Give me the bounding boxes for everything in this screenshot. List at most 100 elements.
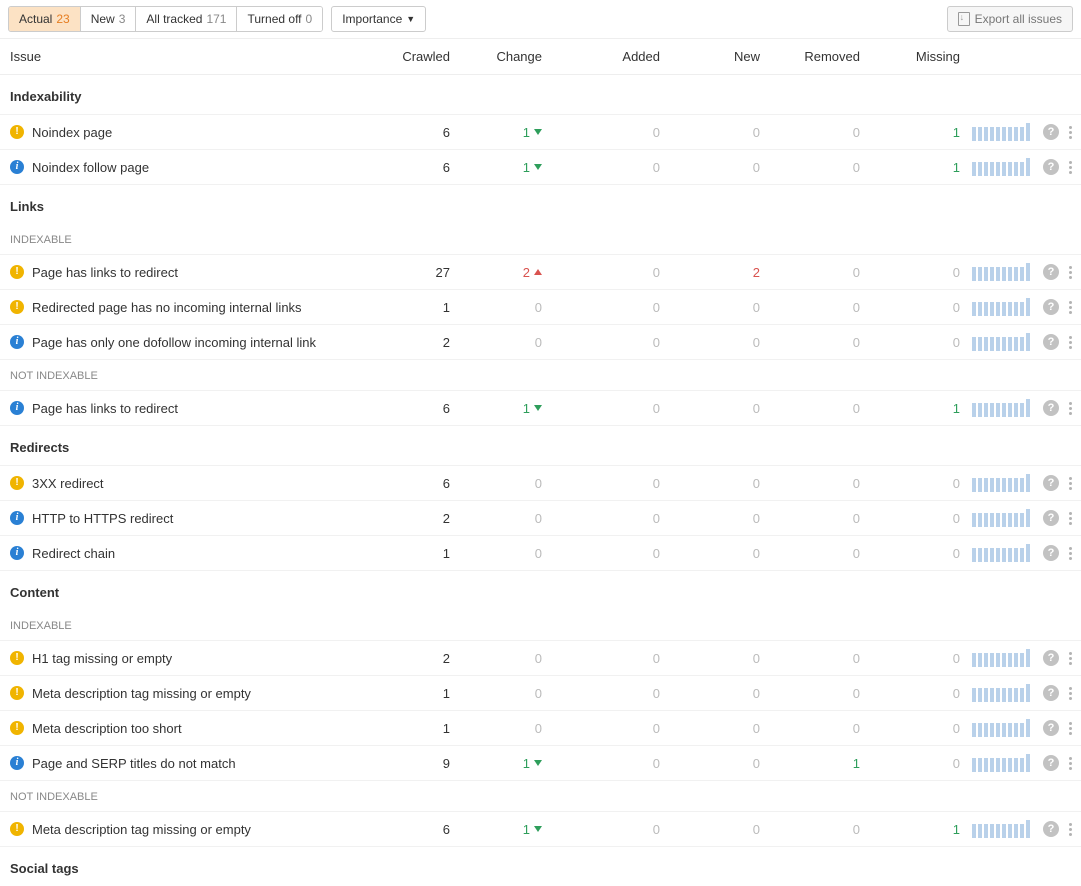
more-options-icon[interactable] — [1067, 124, 1074, 141]
help-icon[interactable]: ? — [1043, 821, 1059, 837]
table-header: Issue Crawled Change Added New Removed M… — [0, 38, 1081, 75]
more-options-icon[interactable] — [1067, 545, 1074, 562]
caret-down-icon: ▼ — [406, 14, 415, 24]
help-icon[interactable]: ? — [1043, 510, 1059, 526]
issue-name: Meta description tag missing or empty — [32, 686, 251, 701]
issue-name: Noindex follow page — [32, 160, 149, 175]
help-icon[interactable]: ? — [1043, 475, 1059, 491]
tab-label: New — [91, 12, 115, 26]
help-icon[interactable]: ? — [1043, 400, 1059, 416]
tab-turned-off[interactable]: Turned off0 — [237, 7, 322, 31]
info-icon: i — [10, 511, 24, 525]
issue-name: Noindex page — [32, 125, 112, 140]
sparkline-chart — [972, 719, 1030, 737]
more-options-icon[interactable] — [1067, 821, 1074, 838]
more-options-icon[interactable] — [1067, 299, 1074, 316]
help-icon[interactable]: ? — [1043, 685, 1059, 701]
issue-row[interactable]: iRedirect chain100000? — [0, 536, 1081, 571]
issue-name: Meta description too short — [32, 721, 182, 736]
issue-name: HTTP to HTTPS redirect — [32, 511, 173, 526]
issue-name: 3XX redirect — [32, 476, 104, 491]
issue-name: Redirect chain — [32, 546, 115, 561]
help-icon[interactable]: ? — [1043, 650, 1059, 666]
issue-name: Page has links to redirect — [32, 265, 178, 280]
section-title: Social tags — [0, 847, 1081, 886]
export-all-issues-button[interactable]: Export all issues — [947, 6, 1073, 32]
issue-name: Page has only one dofollow incoming inte… — [32, 335, 316, 350]
arrow-down-icon — [534, 129, 542, 135]
more-options-icon[interactable] — [1067, 650, 1074, 667]
issue-row[interactable]: iPage has only one dofollow incoming int… — [0, 325, 1081, 360]
issue-row[interactable]: iNoindex follow page610001? — [0, 150, 1081, 185]
group-label: NOT INDEXABLE — [0, 360, 1081, 390]
more-options-icon[interactable] — [1067, 720, 1074, 737]
section-title: Links — [0, 185, 1081, 224]
col-change: Change — [450, 49, 560, 64]
sparkline-chart — [972, 399, 1030, 417]
more-options-icon[interactable] — [1067, 475, 1074, 492]
sparkline-chart — [972, 333, 1030, 351]
issue-row[interactable]: iPage and SERP titles do not match910010… — [0, 746, 1081, 781]
more-options-icon[interactable] — [1067, 510, 1074, 527]
sparkline-chart — [972, 158, 1030, 176]
more-options-icon[interactable] — [1067, 334, 1074, 351]
issue-name: Meta description tag missing or empty — [32, 822, 251, 837]
group-label: INDEXABLE — [0, 224, 1081, 254]
tab-label: All tracked — [146, 12, 202, 26]
info-icon: i — [10, 160, 24, 174]
sparkline-chart — [972, 684, 1030, 702]
help-icon[interactable]: ? — [1043, 720, 1059, 736]
help-icon[interactable]: ? — [1043, 545, 1059, 561]
issue-row[interactable]: !Meta description tag missing or empty10… — [0, 676, 1081, 711]
help-icon[interactable]: ? — [1043, 299, 1059, 315]
issue-row[interactable]: iHTTP to HTTPS redirect200000? — [0, 501, 1081, 536]
issue-row[interactable]: !Meta description tag missing or empty61… — [0, 811, 1081, 847]
toolbar: Actual23New3All tracked171Turned off0 Im… — [0, 0, 1081, 38]
arrow-down-icon — [534, 164, 542, 170]
arrow-up-icon — [534, 269, 542, 275]
warning-icon: ! — [10, 721, 24, 735]
sparkline-chart — [972, 820, 1030, 838]
col-new: New — [660, 49, 760, 64]
warning-icon: ! — [10, 686, 24, 700]
more-options-icon[interactable] — [1067, 685, 1074, 702]
sparkline-chart — [972, 474, 1030, 492]
help-icon[interactable]: ? — [1043, 334, 1059, 350]
section-title: Redirects — [0, 426, 1081, 465]
export-label: Export all issues — [975, 12, 1062, 26]
col-missing: Missing — [860, 49, 960, 64]
more-options-icon[interactable] — [1067, 264, 1074, 281]
issue-row[interactable]: !Noindex page610001? — [0, 114, 1081, 150]
col-issue: Issue — [10, 49, 390, 64]
importance-dropdown[interactable]: Importance ▼ — [331, 6, 426, 32]
tab-new[interactable]: New3 — [81, 7, 137, 31]
arrow-down-icon — [534, 826, 542, 832]
more-options-icon[interactable] — [1067, 159, 1074, 176]
issue-row[interactable]: !Meta description too short100000? — [0, 711, 1081, 746]
more-options-icon[interactable] — [1067, 755, 1074, 772]
help-icon[interactable]: ? — [1043, 264, 1059, 280]
section-title: Content — [0, 571, 1081, 610]
tab-actual[interactable]: Actual23 — [9, 7, 81, 31]
info-icon: i — [10, 546, 24, 560]
issue-row[interactable]: !3XX redirect600000? — [0, 465, 1081, 501]
tab-all-tracked[interactable]: All tracked171 — [136, 7, 237, 31]
warning-icon: ! — [10, 476, 24, 490]
importance-label: Importance — [342, 12, 402, 26]
issue-row[interactable]: !H1 tag missing or empty200000? — [0, 640, 1081, 676]
col-added: Added — [560, 49, 660, 64]
filter-tabs: Actual23New3All tracked171Turned off0 — [8, 6, 323, 32]
issue-row[interactable]: !Page has links to redirect2720200? — [0, 254, 1081, 290]
more-options-icon[interactable] — [1067, 400, 1074, 417]
help-icon[interactable]: ? — [1043, 755, 1059, 771]
issue-row[interactable]: !Redirected page has no incoming interna… — [0, 290, 1081, 325]
warning-icon: ! — [10, 125, 24, 139]
issue-name: Page and SERP titles do not match — [32, 756, 236, 771]
section-title: Indexability — [0, 75, 1081, 114]
arrow-down-icon — [534, 760, 542, 766]
warning-icon: ! — [10, 822, 24, 836]
issue-row[interactable]: iPage has links to redirect610001? — [0, 390, 1081, 426]
group-label: NOT INDEXABLE — [0, 781, 1081, 811]
help-icon[interactable]: ? — [1043, 124, 1059, 140]
help-icon[interactable]: ? — [1043, 159, 1059, 175]
